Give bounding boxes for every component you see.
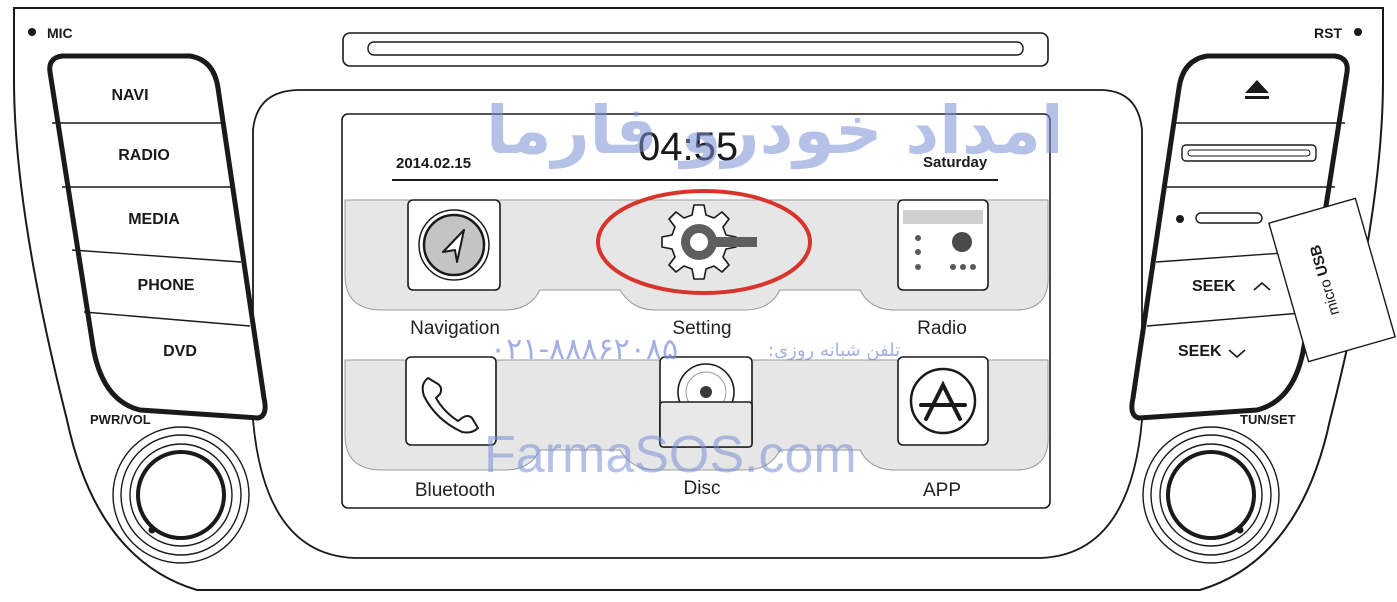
app-store-icon — [909, 367, 977, 435]
app-label-app: APP — [922, 480, 962, 501]
app-label-setting: Setting — [672, 318, 732, 339]
tun-set-label: TUN/SET — [1240, 412, 1296, 427]
app-tile[interactable] — [897, 356, 989, 446]
mic-label: MIC — [47, 25, 73, 41]
radio-button[interactable]: RADIO — [72, 134, 216, 178]
navigation-icon — [418, 209, 490, 281]
rst-label[interactable]: RST — [1314, 25, 1342, 41]
dvd-button[interactable]: DVD — [110, 330, 250, 374]
date-label: 2014.02.15 — [396, 155, 472, 172]
navigation-tile[interactable] — [407, 199, 501, 291]
app-label-disc: Disc — [683, 478, 721, 499]
app-label-bluetooth: Bluetooth — [414, 480, 496, 501]
rst-dot — [1354, 28, 1362, 36]
media-button[interactable]: MEDIA — [82, 198, 226, 242]
phone-button[interactable]: PHONE — [94, 264, 238, 308]
day-label: Saturday — [923, 154, 988, 171]
seek-up-button[interactable]: SEEK — [1192, 265, 1254, 309]
seek-down-button[interactable]: SEEK — [1178, 330, 1240, 374]
disc-tile[interactable] — [659, 356, 753, 448]
app-label-navigation: Navigation — [410, 318, 500, 339]
card-slot-icon[interactable] — [1181, 144, 1317, 162]
navi-button[interactable]: NAVI — [60, 74, 200, 118]
bluetooth-tile[interactable] — [405, 356, 497, 446]
clock: 04:55 — [638, 125, 739, 169]
pwr-vol-knob[interactable] — [112, 426, 250, 564]
tun-set-knob[interactable] — [1142, 426, 1280, 564]
mic-dot — [28, 28, 36, 36]
radio-tile[interactable] — [897, 199, 989, 291]
pwr-vol-label: PWR/VOL — [90, 412, 151, 427]
app-label-radio: Radio — [917, 318, 967, 339]
